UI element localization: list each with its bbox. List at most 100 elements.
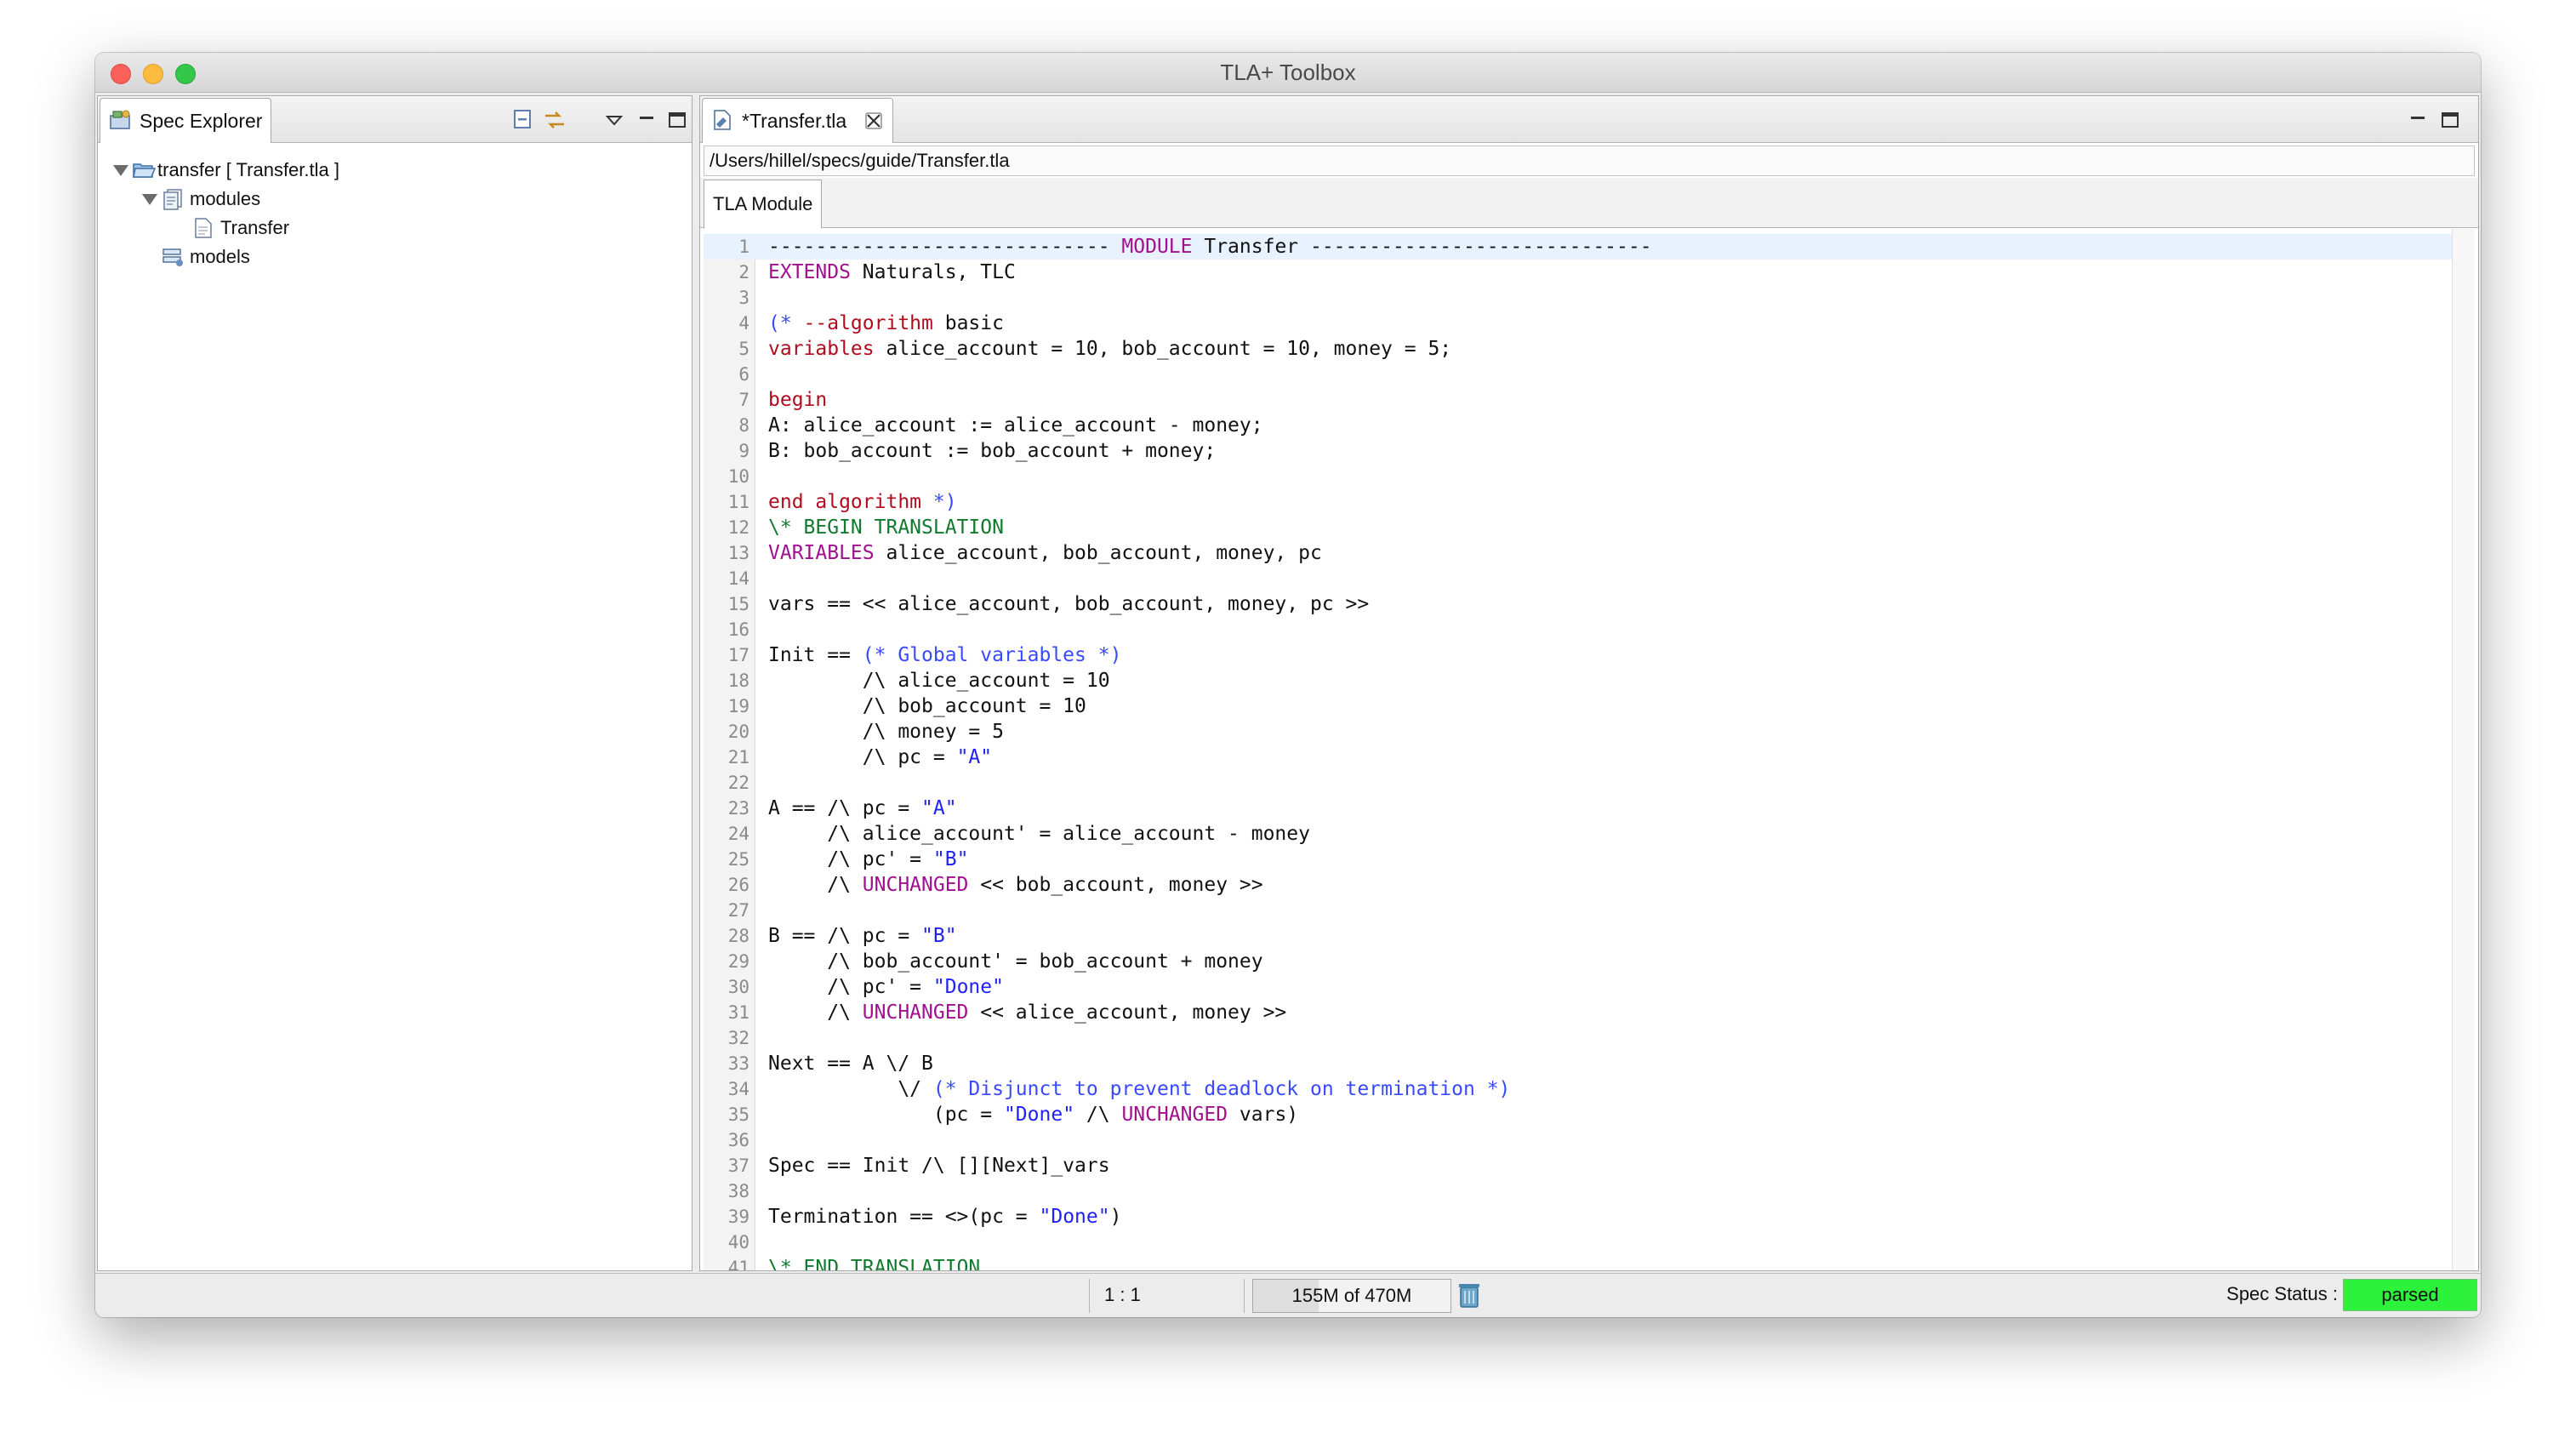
code-line[interactable]: 9 B: bob_account := bob_account + money; <box>704 438 2475 464</box>
code-line[interactable]: 38 <box>704 1178 2475 1204</box>
code-line[interactable]: 25 /\ pc' = "B" <box>704 847 2475 872</box>
code-token: /\ bob_account' = bob_account + money <box>768 950 1263 973</box>
code-line[interactable]: 39 Termination == <>(pc = "Done") <box>704 1204 2475 1230</box>
code-line[interactable]: 32 <box>704 1025 2475 1051</box>
line-number: 23 <box>727 798 749 819</box>
line-number: 26 <box>727 875 749 895</box>
code-line[interactable]: 24 /\ alice_account' = alice_account - m… <box>704 821 2475 847</box>
code-token: alice_account, bob_account, money, pc <box>874 542 1322 564</box>
code-token: /\ alice_account = 10 <box>768 670 1110 692</box>
tab-spec-explorer[interactable]: Spec Explorer <box>100 98 272 143</box>
code-token: "Done" <box>1003 1104 1075 1126</box>
line-number: 3 <box>738 288 749 308</box>
code-line[interactable]: 23 A == /\ pc = "A" <box>704 796 2475 821</box>
line-number: 30 <box>727 977 749 997</box>
line-number: 16 <box>727 619 749 640</box>
code-line[interactable]: 17 Init == (* Global variables *) <box>704 642 2475 668</box>
code-token: /\ <box>1074 1104 1122 1126</box>
code-line[interactable]: 12 \* BEGIN TRANSLATION <box>704 515 2475 540</box>
code-line[interactable]: 26 /\ UNCHANGED << bob_account, money >> <box>704 872 2475 898</box>
maximize-view-icon[interactable] <box>2437 108 2463 132</box>
tab-tla-module[interactable]: TLA Module <box>704 180 823 229</box>
code-token: B: bob_account := bob_account + money; <box>768 440 1217 462</box>
maximize-view-icon[interactable] <box>664 108 690 132</box>
spec-tree: transfer [ Transfer.tla ] modules Transf… <box>98 146 692 1270</box>
code-line[interactable]: 15 vars == << alice_account, bob_account,… <box>704 591 2475 617</box>
code-line[interactable]: 36 <box>704 1127 2475 1153</box>
tab-transfer-tla[interactable]: *Transfer.tla <box>702 98 894 143</box>
code-line[interactable]: 6 <box>704 362 2475 387</box>
spec-status-label: Spec Status : <box>2226 1283 2338 1304</box>
expand-arrow-icon[interactable] <box>113 165 128 176</box>
line-number: 21 <box>727 747 749 767</box>
code-token: /\ <box>768 1001 863 1024</box>
tab-transfer-tla-label: *Transfer.tla <box>742 110 847 132</box>
code-token: /\ pc' = <box>768 848 933 870</box>
code-line[interactable]: 13 VARIABLES alice_account, bob_account, … <box>704 540 2475 566</box>
code-line[interactable]: 5 variables alice_account = 10, bob_accou… <box>704 336 2475 362</box>
code-line[interactable]: 19 /\ bob_account = 10 <box>704 693 2475 719</box>
code-line[interactable]: 30 /\ pc' = "Done" <box>704 974 2475 1000</box>
collapse-all-icon[interactable] <box>511 108 537 132</box>
models-icon <box>162 248 183 266</box>
code-token: "Done" <box>932 976 1004 998</box>
code-token: begin <box>768 389 828 411</box>
code-line[interactable]: 31 /\ UNCHANGED << alice_account, money … <box>704 1000 2475 1025</box>
window-title: TLA+ Toolbox <box>1220 60 1356 85</box>
code-token: MODULE <box>1121 236 1193 258</box>
close-icon[interactable] <box>863 111 884 131</box>
code-line[interactable]: 20 /\ money = 5 <box>704 719 2475 745</box>
code-token: alice_account = 10, bob_account = 10, mo… <box>874 338 1452 360</box>
line-number: 19 <box>727 696 749 716</box>
code-line[interactable]: 35 (pc = "Done" /\ UNCHANGED vars) <box>704 1102 2475 1127</box>
code-line[interactable]: 33 Next == A \/ B <box>704 1051 2475 1076</box>
tree-item-label: modules <box>190 188 261 209</box>
code-line[interactable]: 29 /\ bob_account' = bob_account + money <box>704 949 2475 974</box>
view-menu-icon[interactable] <box>601 108 627 132</box>
code-line[interactable]: 18 /\ alice_account = 10 <box>704 668 2475 693</box>
code-line[interactable]: 41 \* END TRANSLATION <box>704 1255 2475 1270</box>
code-line[interactable]: 27 <box>704 898 2475 923</box>
spec-explorer-header: Spec Explorer <box>98 96 692 143</box>
code-line[interactable]: 21 /\ pc = "A" <box>704 745 2475 770</box>
code-line[interactable]: 34 \/ (* Disjunct to prevent deadlock on… <box>704 1076 2475 1102</box>
code-token: \* END TRANSLATION <box>768 1257 981 1270</box>
trash-icon[interactable] <box>1456 1281 1482 1309</box>
code-line[interactable]: 2 EXTENDS Naturals, TLC <box>704 260 2475 285</box>
minimize-view-icon[interactable] <box>2405 108 2431 132</box>
code-text: /\ UNCHANGED << bob_account, money >> <box>768 872 1262 898</box>
code-text: /\ bob_account = 10 <box>768 693 1086 719</box>
link-with-editor-icon[interactable] <box>542 108 567 132</box>
code-line[interactable]: 4 (* --algorithm basic <box>704 311 2475 336</box>
code-text: variables alice_account = 10, bob_accoun… <box>768 336 1451 362</box>
code-line[interactable]: 10 <box>704 464 2475 489</box>
code-line[interactable]: 22 <box>704 770 2475 796</box>
line-number: 33 <box>727 1053 749 1074</box>
vertical-scrollbar[interactable] <box>2452 229 2475 1270</box>
tree-item-label: Transfer <box>220 217 290 238</box>
code-line[interactable]: 16 <box>704 617 2475 642</box>
code-text: EXTENDS Naturals, TLC <box>768 260 1016 285</box>
minimize-view-icon[interactable] <box>634 108 659 132</box>
line-number: 39 <box>727 1207 749 1227</box>
line-number: 31 <box>727 1002 749 1023</box>
code-token: /\ <box>768 874 863 896</box>
code-line[interactable]: 37 Spec == Init /\ [][Next]_vars <box>704 1153 2475 1178</box>
expand-arrow-icon[interactable] <box>142 194 157 205</box>
status-separator <box>1089 1279 1090 1313</box>
line-number: 2 <box>738 262 749 282</box>
code-line[interactable]: 8 A: alice_account := alice_account - mon… <box>704 413 2475 438</box>
code-line[interactable]: 1 ----------------------------- MODULE Tr… <box>704 234 2475 260</box>
code-line[interactable]: 28 B == /\ pc = "B" <box>704 923 2475 949</box>
code-line[interactable]: 14 <box>704 566 2475 591</box>
code-editor[interactable]: 1 ----------------------------- MODULE Tr… <box>704 229 2475 1270</box>
code-line[interactable]: 11 end algorithm *) <box>704 489 2475 515</box>
code-token: (* Global variables *) <box>862 644 1122 666</box>
line-number: 27 <box>727 900 749 921</box>
code-line[interactable]: 7 begin <box>704 387 2475 413</box>
code-text: \/ (* Disjunct to prevent deadlock on te… <box>768 1076 1510 1102</box>
heap-status[interactable]: 155M of 470M <box>1252 1279 1451 1313</box>
code-token: /\ pc' = <box>768 976 933 998</box>
code-line[interactable]: 40 <box>704 1230 2475 1255</box>
code-line[interactable]: 3 <box>704 285 2475 311</box>
